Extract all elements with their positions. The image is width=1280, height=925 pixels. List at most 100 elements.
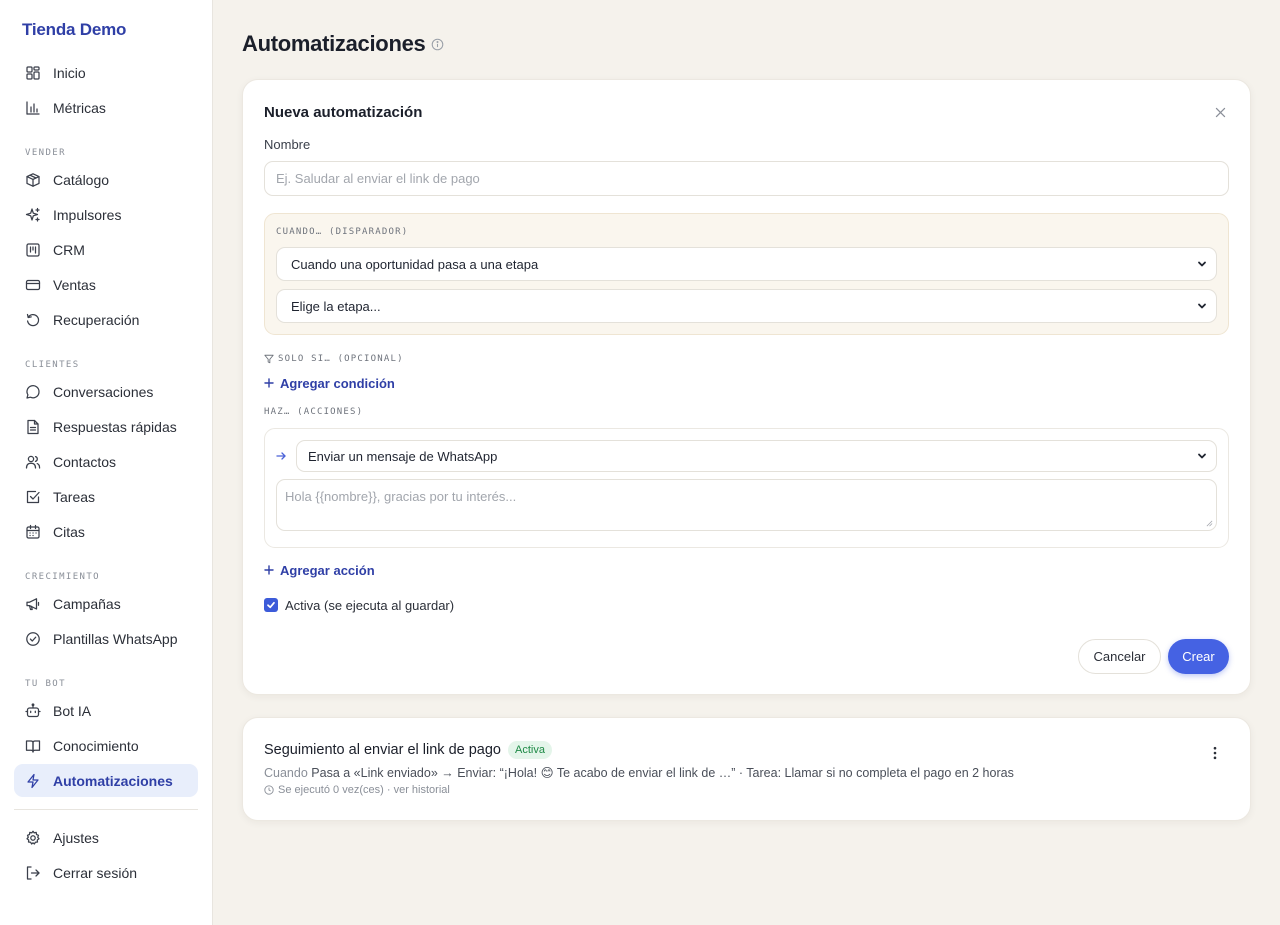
status-badge: Activa — [507, 741, 552, 759]
sidebar-item-label: Inicio — [53, 64, 86, 81]
section-label-vender: VENDER — [25, 148, 66, 158]
sidebar-item-label: Tareas — [53, 488, 96, 505]
view-history-link[interactable]: ver historial — [394, 784, 450, 796]
message-placeholder: Hola {{nombre}}, gracias por tu interés.… — [285, 489, 517, 504]
active-label: Activa (se ejecuta al guardar) — [285, 597, 455, 613]
kanban-icon — [25, 242, 41, 258]
cancel-button[interactable]: Cancelar — [1078, 639, 1161, 674]
section-label-clientes: CLIENTES — [25, 360, 80, 370]
sidebar-item-ajustes[interactable]: Ajustes — [14, 821, 198, 854]
resize-handle-icon[interactable] — [1206, 520, 1213, 527]
megaphone-icon — [25, 596, 41, 612]
add-condition-button[interactable]: Agregar condición — [264, 374, 1229, 392]
arrow-right-icon — [276, 451, 286, 461]
sidebar-item-label: Bot IA — [53, 702, 92, 719]
sidebar-item-label: Ventas — [53, 276, 96, 293]
box-icon — [25, 172, 41, 188]
book-open-icon — [25, 738, 41, 754]
file-text-icon — [25, 419, 41, 435]
name-label: Nombre — [264, 137, 311, 152]
condition-label: SOLO SI… (OPCIONAL) — [278, 354, 404, 364]
plus-icon — [264, 378, 274, 388]
sidebar-item-tareas[interactable]: Tareas — [14, 480, 198, 513]
form-actions: Cancelar Crear — [1078, 639, 1229, 674]
actions-label: HAZ… (ACCIONES) — [264, 407, 364, 417]
sidebar-item-respuestas-rapidas[interactable]: Respuestas rápidas — [14, 410, 198, 443]
sidebar-item-impulsores[interactable]: Impulsores — [14, 198, 198, 231]
users-icon — [25, 454, 41, 470]
form-title: Nueva automatización — [264, 103, 423, 121]
automation-header: Seguimiento al enviar el link de pago Ac… — [264, 740, 1229, 760]
sidebar-item-cerrar-sesion[interactable]: Cerrar sesión — [14, 856, 198, 889]
section-label-crecimiento: CRECIMIENTO — [25, 572, 101, 582]
sidebar-item-label: CRM — [53, 241, 85, 258]
filter-icon — [264, 354, 274, 364]
sidebar-item-label: Catálogo — [53, 171, 110, 188]
automation-card[interactable]: Seguimiento al enviar el link de pago Ac… — [242, 717, 1251, 821]
trigger-select-value: Cuando una oportunidad pasa a una etapa — [291, 256, 539, 272]
sidebar-item-metricas[interactable]: Métricas — [14, 91, 198, 124]
sidebar-item-catalogo[interactable]: Catálogo — [14, 163, 198, 196]
add-action-button[interactable]: Agregar acción — [264, 561, 1229, 579]
action-type-select[interactable]: Enviar un mensaje de WhatsApp — [296, 440, 1217, 472]
sidebar-item-automatizaciones[interactable]: Automatizaciones — [14, 764, 198, 797]
meta-separator: · — [386, 784, 391, 796]
bot-icon — [25, 702, 41, 719]
automation-description: Cuando Pasa a «Link enviado» → Enviar: “… — [264, 764, 1229, 782]
automation-title: Seguimiento al enviar el link de pago — [264, 742, 501, 758]
action-item: Enviar un mensaje de WhatsApp Hola {{nom… — [264, 428, 1229, 548]
active-toggle: Activa (se ejecuta al guardar) — [264, 597, 1229, 613]
sidebar-item-citas[interactable]: Citas — [14, 515, 198, 548]
sidebar-item-plantillas-whatsapp[interactable]: Plantillas WhatsApp — [14, 622, 198, 655]
message-textarea[interactable]: Hola {{nombre}}, gracias por tu interés.… — [276, 479, 1217, 531]
chevron-down-icon — [1196, 450, 1208, 462]
add-action-label: Agregar acción — [280, 562, 375, 578]
zap-icon — [25, 773, 41, 789]
sidebar-item-campanas[interactable]: Campañas — [14, 587, 198, 620]
check-square-icon — [25, 489, 41, 505]
form-header: Nueva automatización — [264, 102, 1229, 122]
more-vertical-icon[interactable] — [1208, 745, 1222, 761]
sidebar-item-crm[interactable]: CRM — [14, 233, 198, 266]
credit-card-icon — [25, 277, 41, 293]
sidebar-item-bot-ia[interactable]: Bot IA — [14, 694, 198, 727]
trigger-select[interactable]: Cuando una oportunidad pasa a una etapa — [276, 247, 1217, 281]
sidebar-item-label: Conversaciones — [53, 383, 154, 400]
settings-icon — [25, 830, 41, 846]
active-checkbox[interactable] — [264, 598, 278, 612]
trigger-section: CUANDO… (DISPARADOR) Cuando una oportuni… — [264, 213, 1229, 335]
brand-logo[interactable]: Tienda Demo — [14, 18, 198, 42]
name-input[interactable] — [264, 161, 1229, 196]
close-icon[interactable] — [1211, 103, 1229, 121]
calendar-icon — [25, 524, 41, 540]
check-circle-icon — [25, 631, 41, 647]
sidebar-item-conocimiento[interactable]: Conocimiento — [14, 729, 198, 762]
sidebar-divider — [14, 809, 198, 810]
run-count: Se ejecutó 0 vez(ces) — [278, 784, 384, 796]
plus-icon — [264, 565, 274, 575]
sidebar-item-label: Automatizaciones — [53, 772, 173, 789]
sidebar-item-label: Citas — [53, 523, 85, 540]
sidebar-item-contactos[interactable]: Contactos — [14, 445, 198, 478]
main-content: Automatizaciones Nueva automatización No… — [213, 0, 1280, 925]
grid-icon — [25, 65, 41, 81]
sidebar-item-recuperacion[interactable]: Recuperación — [14, 303, 198, 336]
sidebar-nav: Inicio Métricas VENDER Catálogo Impulsores CR… — [14, 56, 198, 889]
chevron-down-icon — [1196, 258, 1208, 270]
condition-header: SOLO SI… (OPCIONAL) — [264, 352, 1229, 366]
page-title: Automatizaciones — [242, 31, 426, 56]
chevron-down-icon — [1196, 300, 1208, 312]
sidebar-item-label: Contactos — [53, 453, 117, 470]
stage-select[interactable]: Elige la etapa... — [276, 289, 1217, 323]
add-condition-label: Agregar condición — [280, 375, 395, 391]
sidebar-item-inicio[interactable]: Inicio — [14, 56, 198, 89]
sidebar-item-label: Métricas — [53, 99, 106, 116]
new-automation-form: Nueva automatización Nombre CUANDO… (DIS… — [242, 79, 1251, 695]
action-select-value: Enviar un mensaje de WhatsApp — [308, 448, 498, 464]
automation-when: Cuando — [264, 766, 308, 780]
sidebar-item-ventas[interactable]: Ventas — [14, 268, 198, 301]
info-icon[interactable] — [431, 38, 444, 51]
create-button[interactable]: Crear — [1168, 639, 1229, 674]
sidebar-item-conversaciones[interactable]: Conversaciones — [14, 375, 198, 408]
